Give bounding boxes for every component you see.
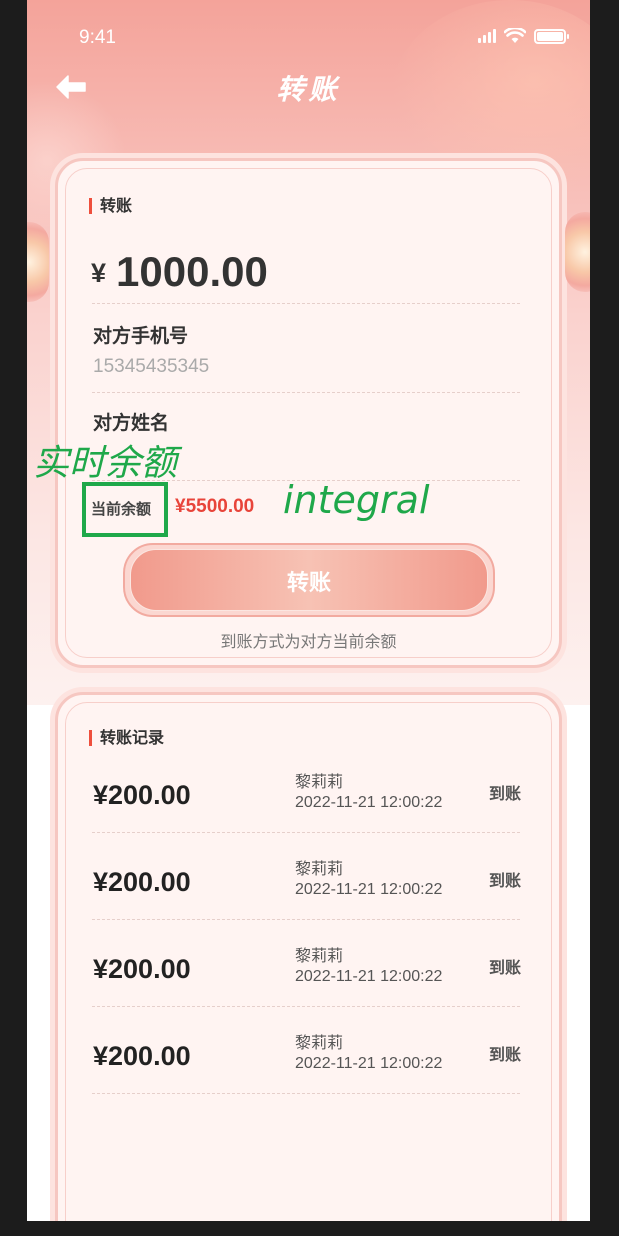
record-time: 2022-11-21 12:00:22: [295, 794, 443, 811]
name-label: 对方姓名: [93, 412, 170, 434]
record-status: 到账: [489, 871, 522, 890]
record-name: 黎莉莉: [295, 859, 344, 878]
divider: [92, 919, 520, 920]
record-name: 黎莉莉: [295, 772, 344, 791]
balance-label: 当前余额: [91, 500, 152, 518]
status-time: 9:41: [79, 27, 116, 48]
page-title: 转账: [276, 73, 341, 106]
record-amount: ¥200.00: [93, 867, 191, 897]
cloud-ornament-left: [27, 222, 49, 302]
currency-symbol: ¥: [91, 258, 107, 288]
record-time: 2022-11-21 12:00:22: [295, 1055, 443, 1072]
divider: [92, 1093, 520, 1094]
record-item[interactable]: ¥200.00 黎莉莉 2022-11-21 12:00:22 到账: [93, 1033, 533, 1128]
record-name: 黎莉莉: [295, 1033, 344, 1052]
record-item[interactable]: ¥200.00 黎莉莉 2022-11-21 12:00:22 到账: [93, 859, 533, 954]
amount-display[interactable]: ¥1000.00: [91, 248, 268, 296]
cloud-ornament-right: [565, 212, 590, 292]
divider: [92, 392, 520, 393]
transfer-button-label: 转账: [286, 570, 331, 595]
balance-value: ¥5500.00: [175, 496, 255, 517]
record-item[interactable]: ¥200.00 黎莉莉 2022-11-21 12:00:22 到账: [93, 772, 533, 867]
status-icons: [478, 28, 569, 44]
phone-field[interactable]: [93, 356, 493, 378]
phone-screen: 9:41 转账 转账 ¥1000.00 对方手机号 15345435345 对方…: [27, 0, 590, 1221]
arrival-note: 到账方式为对方当前余额: [220, 632, 397, 651]
wifi-icon: [504, 28, 526, 43]
battery-icon: [534, 28, 569, 44]
divider: [92, 303, 520, 304]
record-amount: ¥200.00: [93, 1041, 191, 1071]
record-status: 到账: [489, 1045, 522, 1064]
divider: [92, 832, 520, 833]
transfer-button[interactable]: 转账: [123, 543, 495, 617]
phone-label: 对方手机号: [93, 325, 189, 347]
record-status: 到账: [489, 958, 522, 977]
record-amount: ¥200.00: [93, 780, 191, 810]
record-amount: ¥200.00: [93, 954, 191, 984]
divider: [92, 1006, 520, 1007]
record-time: 2022-11-21 12:00:22: [295, 968, 443, 985]
navigation-bar: 转账: [27, 60, 590, 116]
record-time: 2022-11-21 12:00:22: [295, 881, 443, 898]
record-item[interactable]: ¥200.00 黎莉莉 2022-11-21 12:00:22 到账: [93, 946, 533, 1041]
record-status: 到账: [489, 784, 522, 803]
record-name: 黎莉莉: [295, 946, 344, 965]
signal-icon: [478, 29, 496, 43]
amount-value: 1000.00: [116, 248, 268, 295]
transfer-section-title: 转账: [89, 198, 132, 214]
records-section-title: 转账记录: [89, 730, 164, 746]
annotation-integral: integral: [283, 478, 430, 522]
annotation-realtime-balance: 实时余额: [33, 443, 178, 484]
